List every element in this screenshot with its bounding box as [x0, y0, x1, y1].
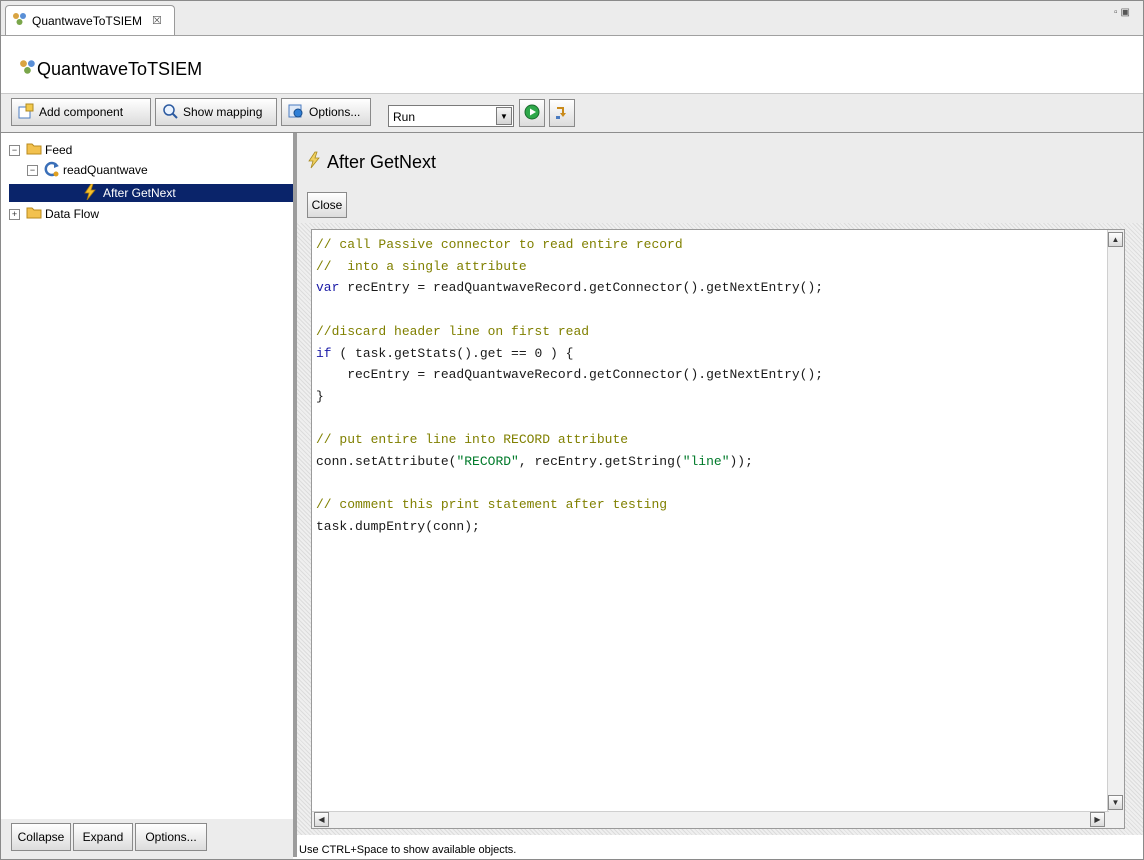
code-token: ( task.getStats().get == 0 ) {	[331, 345, 574, 361]
tab-label: QuantwaveToTSIEM	[32, 13, 143, 28]
show-mapping-button[interactable]: Show mapping	[155, 98, 277, 126]
tree-item-label: Feed	[45, 143, 73, 157]
code-text[interactable]: // call Passive connector to read entire…	[316, 234, 823, 538]
code-token: "RECORD"	[456, 454, 519, 470]
code-line: // put entire line into RECORD attribute	[316, 429, 823, 451]
folder-icon	[26, 142, 42, 158]
options-button[interactable]: Options...	[281, 98, 371, 126]
scroll-down-icon[interactable]: ▼	[1108, 795, 1123, 810]
code-line: }	[316, 386, 823, 408]
expand-button[interactable]: Expand	[73, 823, 133, 851]
run-mode-value: Run	[393, 110, 416, 124]
play-icon	[524, 104, 540, 123]
code-token: // put entire line into RECORD attribute	[316, 432, 629, 448]
hook-icon	[83, 183, 97, 203]
tab-quantwave-to-tsiem[interactable]: QuantwaveToTSIEM ☒	[5, 5, 175, 35]
script-header	[297, 133, 1143, 224]
code-line: if ( task.getStats().get == 0 ) {	[316, 343, 823, 365]
code-line: // comment this print statement after te…	[316, 494, 823, 516]
code-line: task.dumpEntry(conn);	[316, 516, 823, 538]
scroll-right-icon[interactable]: ▶	[1090, 812, 1105, 827]
code-line: conn.setAttribute("RECORD", recEntry.get…	[316, 451, 823, 473]
code-token: //discard header line on first read	[316, 323, 590, 339]
tree-item-after-getnext[interactable]: After GetNext	[9, 183, 293, 203]
editor-tab-strip: QuantwaveToTSIEM ☒ ▫▣	[1, 1, 1143, 36]
hook-icon	[307, 151, 321, 174]
code-token: // call Passive connector to read entire…	[316, 237, 683, 252]
code-token: recEntry = readQuantwaveRecord.getConnec…	[316, 367, 824, 383]
code-token: }	[316, 388, 324, 404]
mapping-icon	[162, 103, 178, 122]
scroll-up-icon[interactable]: ▲	[1108, 232, 1123, 247]
tree-item-label: readQuantwave	[63, 163, 148, 177]
collapse-toggle-icon[interactable]: −	[9, 144, 20, 156]
folder-icon	[26, 206, 42, 222]
page-title-text: QuantwaveToTSIEM	[37, 59, 203, 79]
code-token: , recEntry.getString(	[518, 454, 683, 470]
page-title: QuantwaveToTSIEM	[19, 59, 202, 80]
tree-item-feed[interactable]: − Feed	[9, 141, 72, 159]
code-line: var recEntry = readQuantwaveRecord.getCo…	[316, 277, 823, 299]
connector-icon	[44, 161, 60, 180]
close-tab-icon[interactable]: ☒	[152, 14, 162, 27]
chevron-down-icon[interactable]: ▼	[496, 107, 512, 125]
code-line: // call Passive connector to read entire…	[316, 234, 823, 256]
code-line: recEntry = readQuantwaveRecord.getConnec…	[316, 364, 823, 386]
run-button[interactable]	[519, 99, 545, 127]
tree-item-readquantwave[interactable]: − readQuantwave	[27, 161, 148, 179]
step-debug-icon	[554, 104, 570, 123]
code-token: conn.setAttribute(	[316, 454, 457, 470]
editor-window: QuantwaveToTSIEM ☒ ▫▣ QuantwaveToTSIEM A…	[0, 0, 1144, 860]
add-component-icon	[18, 103, 34, 122]
component-tree: − Feed − readQuantwave After GetNext + D…	[9, 141, 293, 817]
assembly-line-icon	[12, 12, 28, 29]
code-token: var	[316, 280, 340, 296]
status-hint: Use CTRL+Space to show available objects…	[299, 844, 517, 856]
tree-item-label: After GetNext	[103, 186, 176, 200]
code-token: task.dumpEntry(conn);	[316, 519, 480, 535]
code-token: if	[316, 345, 332, 361]
code-token: "line"	[682, 454, 730, 470]
add-component-button[interactable]: Add component	[11, 98, 151, 126]
collapse-toggle-icon[interactable]: −	[27, 164, 38, 176]
code-line: //discard header line on first read	[316, 321, 823, 343]
code-token: recEntry = readQuantwaveRecord.getConnec…	[339, 280, 824, 296]
section-title-text: After GetNext	[327, 152, 437, 172]
code-token: // comment this print statement after te…	[316, 497, 668, 513]
tree-options-button[interactable]: Options...	[135, 823, 207, 851]
window-controls[interactable]: ▫▣	[1114, 7, 1133, 18]
section-title: After GetNext	[307, 151, 436, 174]
tree-item-data-flow[interactable]: + Data Flow	[9, 205, 99, 223]
code-token: ));	[729, 454, 753, 470]
assembly-line-icon	[19, 59, 37, 80]
close-button[interactable]: Close	[307, 192, 347, 218]
run-mode-select[interactable]: Run ▼	[388, 105, 514, 127]
maximize-icon[interactable]: ▣	[1121, 7, 1133, 18]
expand-toggle-icon[interactable]: +	[9, 208, 20, 220]
debug-button[interactable]	[549, 99, 575, 127]
code-line: // into a single attribute	[316, 256, 823, 278]
code-token: // into a single attribute	[316, 258, 527, 274]
vertical-scrollbar[interactable]: ▲ ▼	[1107, 230, 1124, 828]
collapse-button[interactable]: Collapse	[11, 823, 71, 851]
options-icon	[288, 103, 304, 122]
horizontal-scrollbar[interactable]: ◀ ▶	[312, 811, 1109, 828]
scroll-left-icon[interactable]: ◀	[314, 812, 329, 827]
tree-item-label: Data Flow	[45, 207, 100, 221]
script-editor[interactable]: // call Passive connector to read entire…	[311, 229, 1125, 829]
